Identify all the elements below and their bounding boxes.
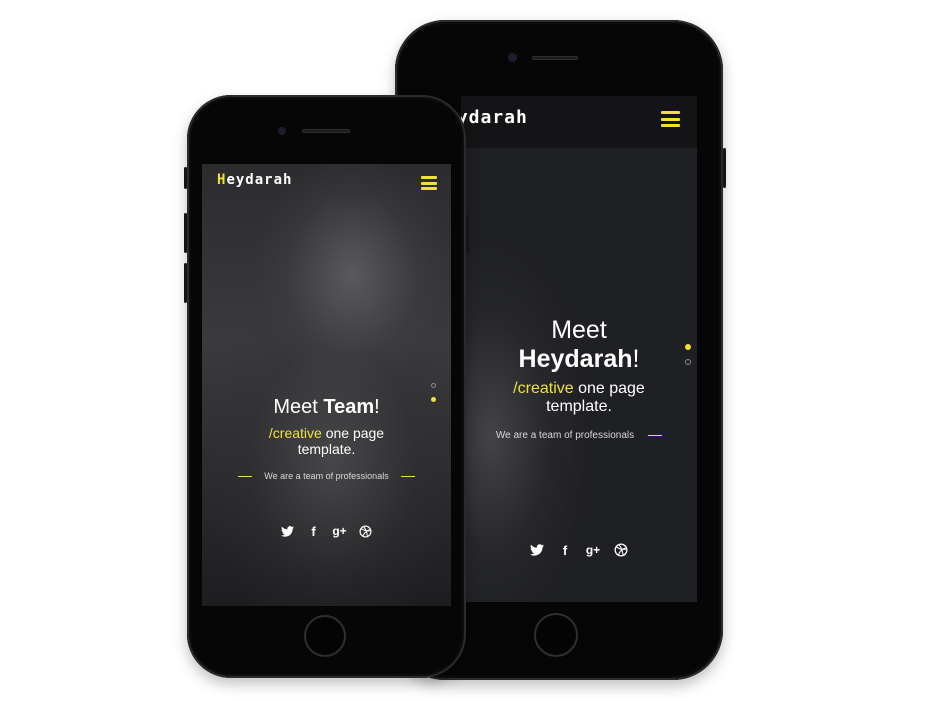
hero-title: Meet Heydarah! xyxy=(461,316,697,374)
google-plus-icon[interactable]: g+ xyxy=(332,524,346,538)
navbar: Heydarah xyxy=(202,164,451,198)
tagline-row: We are a team of professionals xyxy=(461,430,697,441)
screen: eydarah Meet Heydarah! /creative one pag… xyxy=(461,96,697,602)
dribbble-icon[interactable] xyxy=(359,524,373,538)
dribbble-icon[interactable] xyxy=(614,543,628,557)
twitter-icon[interactable] xyxy=(281,524,295,538)
twitter-icon[interactable] xyxy=(530,543,544,557)
front-camera xyxy=(509,54,516,61)
hero-title-bold: Heydarah xyxy=(518,344,633,373)
hero-title-bold: Team xyxy=(323,396,375,418)
brand-logo[interactable]: Heydarah xyxy=(217,172,292,188)
volume-up-button xyxy=(184,213,187,253)
tagline-accent-line-right xyxy=(400,475,415,477)
phone-mockup-small: Heydarah Meet Team! /creative one page t… xyxy=(184,95,469,678)
hero-content: Meet Team! /creative one page template. … xyxy=(202,396,451,481)
earpiece-speaker xyxy=(532,56,578,60)
power-button xyxy=(723,148,726,188)
hero-subtitle-rest: one page xyxy=(573,379,645,397)
hero-subtitle-line2: template. xyxy=(297,441,356,458)
hero-subtitle: /creative one page template. xyxy=(461,380,697,417)
tagline: We are a team of professionals xyxy=(264,471,389,482)
hero-title-suffix: ! xyxy=(374,396,380,418)
hero-content: Meet Heydarah! /creative one page templa… xyxy=(461,316,697,441)
mute-switch xyxy=(184,167,187,189)
power-button xyxy=(466,215,469,253)
hero-subtitle: /creative one page template. xyxy=(202,425,451,457)
hero-subtitle-accent: /creative xyxy=(513,379,574,397)
hero-subtitle-line2: template. xyxy=(546,397,612,415)
volume-down-button xyxy=(184,263,187,303)
tagline: We are a team of professionals xyxy=(495,430,635,442)
hamburger-menu-icon[interactable] xyxy=(421,176,437,190)
hero-subtitle-rest: one page xyxy=(321,425,385,441)
hamburger-menu-icon[interactable] xyxy=(661,111,680,127)
slider-dot-1[interactable] xyxy=(431,383,436,388)
screen: Heydarah Meet Team! /creative one page t… xyxy=(202,164,451,606)
tagline-row: We are a team of professionals xyxy=(202,471,451,481)
tagline-accent-line xyxy=(648,435,663,437)
home-button xyxy=(304,615,346,657)
front-camera xyxy=(279,128,285,134)
brand-logo[interactable]: eydarah xyxy=(461,107,528,128)
hero-title-prefix: Meet xyxy=(273,396,324,418)
hero-title-suffix: ! xyxy=(632,344,640,373)
earpiece-speaker xyxy=(302,129,350,133)
google-plus-icon[interactable]: g+ xyxy=(586,543,600,557)
brand-name: eydarah xyxy=(226,172,293,188)
navbar: eydarah xyxy=(461,96,697,148)
facebook-icon[interactable]: f xyxy=(307,524,321,539)
hero-title-line1: Meet xyxy=(551,316,607,344)
social-links: f g+ xyxy=(202,524,451,539)
hero-subtitle-accent: /creative xyxy=(268,425,322,441)
home-button xyxy=(534,613,578,657)
tagline-accent-line-left xyxy=(238,475,253,477)
social-links: f g+ xyxy=(461,543,697,558)
hero-background-image xyxy=(202,164,451,606)
brand-name: eydarah xyxy=(461,107,528,128)
facebook-icon[interactable]: f xyxy=(558,543,572,558)
hero-title: Meet Team! xyxy=(202,396,451,419)
